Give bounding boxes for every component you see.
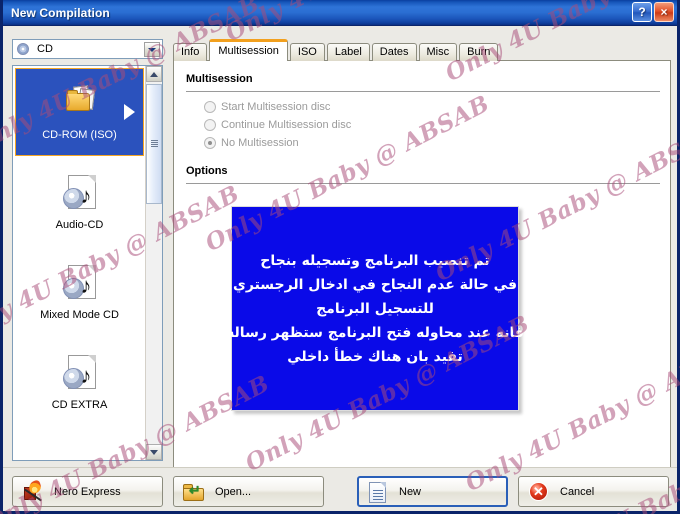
screenshot-root: New Compilation ? × CD CD-ROM (ISO) ♪ Au…: [0, 0, 680, 514]
radio-indicator: [204, 137, 216, 149]
chevron-down-icon[interactable]: [144, 42, 160, 57]
radio-no-multisession[interactable]: No Multisession: [204, 137, 299, 149]
tab-burn[interactable]: Burn: [459, 43, 499, 61]
tab-strip: Info Multisession ISO Label Dates Misc B…: [173, 39, 500, 61]
message-line: في حالة عدم النجاح في ادخال الرجستري: [233, 276, 517, 293]
list-vertical-scrollbar[interactable]: [145, 66, 162, 460]
cd-extra-icon: ♪: [60, 353, 100, 393]
list-item-label: Audio-CD: [55, 219, 104, 231]
device-type-combobox[interactable]: CD: [12, 39, 163, 59]
open-folder-icon: ↵: [183, 481, 205, 503]
tab-dates[interactable]: Dates: [371, 43, 417, 61]
button-label: Cancel: [560, 485, 595, 498]
nero-express-icon: [22, 478, 44, 503]
tab-info[interactable]: Info: [173, 43, 208, 61]
close-button[interactable]: ×: [654, 2, 674, 22]
radio-start-multisession[interactable]: Start Multisession disc: [204, 101, 330, 113]
device-type-value: CD: [37, 43, 53, 55]
group-divider: [186, 183, 660, 184]
radio-label: No Multisession: [221, 137, 299, 149]
list-item-audio-cd[interactable]: ♪ Audio-CD: [15, 158, 144, 246]
options-group-title: Options: [186, 165, 228, 177]
tab-multisession[interactable]: Multisession: [209, 39, 288, 61]
scroll-down-button[interactable]: [146, 444, 162, 460]
scrollbar-thumb[interactable]: [146, 84, 162, 204]
nero-express-button[interactable]: Nero Express: [12, 476, 163, 507]
list-item-cd-extra[interactable]: ♪ CD EXTRA: [15, 338, 144, 426]
list-item-label: CD-ROM (ISO): [42, 129, 117, 141]
client-area: CD CD-ROM (ISO) ♪ Audio-CD ♪ Mixed Mode …: [3, 26, 677, 511]
message-line: فانه عند محاوله فتح البرنامج ستظهر رساله: [226, 324, 524, 341]
open-button[interactable]: ↵ Open...: [173, 476, 324, 507]
list-item-label: Mixed Mode CD: [40, 309, 119, 321]
selection-arrow-icon: [124, 104, 135, 120]
list-item-cd-rom-iso[interactable]: CD-ROM (ISO): [15, 68, 144, 156]
iso-folder-icon: [60, 83, 100, 123]
radio-label: Continue Multisession disc: [221, 119, 352, 131]
tab-iso[interactable]: ISO: [289, 43, 325, 61]
cd-disc-icon: [16, 42, 30, 56]
tab-misc[interactable]: Misc: [418, 43, 458, 61]
new-compilation-window: New Compilation ? × CD CD-ROM (ISO) ♪ Au…: [0, 0, 680, 514]
new-button[interactable]: New: [357, 476, 508, 507]
compilation-type-list-items: CD-ROM (ISO) ♪ Audio-CD ♪ Mixed Mode CD …: [13, 66, 146, 460]
title-bar: New Compilation ? ×: [3, 0, 677, 26]
window-title: New Compilation: [11, 5, 110, 20]
multisession-tab-panel: Multisession Start Multisession disc Con…: [173, 60, 671, 481]
button-label: Nero Express: [54, 485, 121, 498]
button-label: Open...: [215, 485, 252, 498]
tab-label[interactable]: Label: [326, 43, 370, 61]
radio-indicator: [204, 119, 216, 131]
cancel-button[interactable]: ✕ Cancel: [518, 476, 669, 507]
cancel-icon: ✕: [528, 481, 550, 503]
new-document-icon: [367, 481, 389, 503]
registration-message-box: تم تنصيب البرنامج وتسجيله بنجاح في حالة …: [226, 206, 524, 411]
button-label: New: [399, 485, 422, 498]
left-column: CD CD-ROM (ISO) ♪ Audio-CD ♪ Mixed Mode …: [12, 39, 163, 461]
dialog-button-bar: Nero Express ↵ Open... New ✕ Cancel: [3, 467, 677, 511]
radio-label: Start Multisession disc: [221, 101, 331, 113]
radio-indicator: [204, 101, 216, 113]
scroll-up-button[interactable]: [146, 66, 162, 82]
multisession-group-title: Multisession: [186, 73, 253, 85]
audio-disc-icon: ♪: [60, 173, 100, 213]
message-line: للتسجيل البرنامج: [316, 300, 434, 317]
message-line: تفيد بان هناك خطأ داخلي: [287, 348, 463, 365]
title-bar-buttons: ? ×: [632, 2, 674, 22]
help-button[interactable]: ?: [632, 2, 652, 22]
compilation-type-list[interactable]: CD-ROM (ISO) ♪ Audio-CD ♪ Mixed Mode CD …: [12, 65, 163, 461]
group-divider: [186, 91, 660, 92]
message-line: تم تنصيب البرنامج وتسجيله بنجاح: [260, 252, 490, 269]
mixed-mode-icon: ♪: [60, 263, 100, 303]
radio-continue-multisession[interactable]: Continue Multisession disc: [204, 119, 351, 131]
list-item-label: CD EXTRA: [51, 399, 108, 411]
list-item-mixed-mode-cd[interactable]: ♪ Mixed Mode CD: [15, 248, 144, 336]
